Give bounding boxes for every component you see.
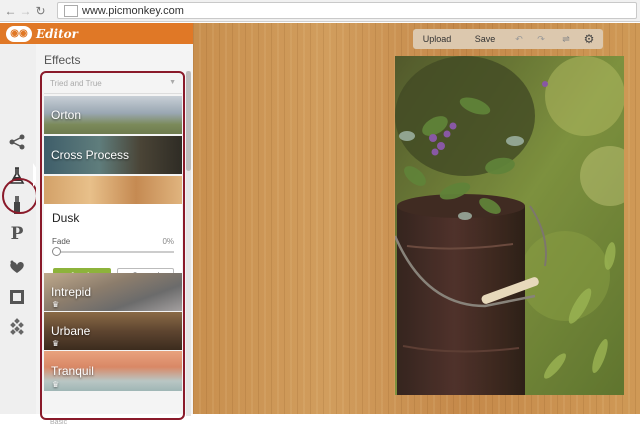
textures-icon[interactable] <box>6 316 28 338</box>
dusk-preview-thumbnail <box>44 176 182 204</box>
effect-intrepid[interactable]: Intrepid ♛ <box>44 273 182 311</box>
back-arrow-icon[interactable]: ← <box>3 4 18 18</box>
effect-group-label: Tried and True <box>50 79 102 88</box>
crown-icon: ♛ <box>52 300 60 309</box>
browser-toolbar: ← → ↻ www.picmonkey.com <box>0 0 640 22</box>
effect-cross-process[interactable]: Cross Process <box>44 136 182 174</box>
panel-scrollbar[interactable] <box>186 71 191 416</box>
text-icon[interactable]: P <box>6 223 28 245</box>
tool-strip: P <box>0 44 38 414</box>
dusk-title: Dusk <box>52 211 80 225</box>
effect-label: Orton <box>51 108 82 122</box>
undo-icon[interactable]: ↶ <box>511 29 527 49</box>
compare-icon[interactable]: ⇌ <box>557 29 575 49</box>
effects-panel-contents: Effects Tried and True ▼ Orton Cross Pro… <box>36 23 193 426</box>
frames-icon[interactable] <box>6 286 28 308</box>
fade-label: Fade <box>52 237 71 246</box>
fade-slider[interactable] <box>52 247 174 256</box>
effect-urbane[interactable]: Urbane ♛ <box>44 312 182 350</box>
chevron-down-icon: ▼ <box>169 79 176 86</box>
reload-icon[interactable]: ↻ <box>33 4 48 18</box>
crown-icon: ♛ <box>52 339 60 348</box>
picmonkey-logo: ◉◉ <box>6 25 32 42</box>
effect-group-dropdown[interactable]: Tried and True ▼ <box>44 75 182 94</box>
effect-label: Intrepid <box>51 285 92 299</box>
upload-button[interactable]: Upload <box>419 29 455 49</box>
crown-icon: ♛ <box>52 380 60 389</box>
panel-scrollbar-thumb[interactable] <box>186 71 191 171</box>
effect-label: Urbane <box>51 324 91 338</box>
overlays-icon[interactable] <box>6 256 28 278</box>
editor-toolbar: Upload Save ↶ ↷ ⇌ ⚙ <box>413 29 603 49</box>
fade-value: 0% <box>162 237 174 246</box>
address-bar-url: www.picmonkey.com <box>82 4 184 17</box>
fade-slider-handle[interactable] <box>52 247 61 256</box>
gear-icon[interactable]: ⚙ <box>581 29 597 49</box>
photo-canvas[interactable] <box>395 56 624 395</box>
address-bar[interactable]: www.picmonkey.com <box>57 2 637 19</box>
basic-edits-icon[interactable] <box>6 131 28 153</box>
effect-label: Tranquil <box>51 364 94 378</box>
effect-orton[interactable]: Orton <box>44 96 182 134</box>
save-button[interactable]: Save <box>471 29 499 49</box>
photo-image <box>395 56 624 395</box>
panel-title: Effects <box>44 53 81 67</box>
next-effect-group-label: Basic <box>50 419 68 426</box>
effect-tranquil[interactable]: Tranquil ♛ <box>44 351 182 391</box>
redo-icon[interactable]: ↷ <box>533 29 549 49</box>
effect-label: Cross Process <box>51 148 130 162</box>
forward-arrow-icon[interactable]: → <box>18 4 33 18</box>
page-icon <box>64 4 78 17</box>
